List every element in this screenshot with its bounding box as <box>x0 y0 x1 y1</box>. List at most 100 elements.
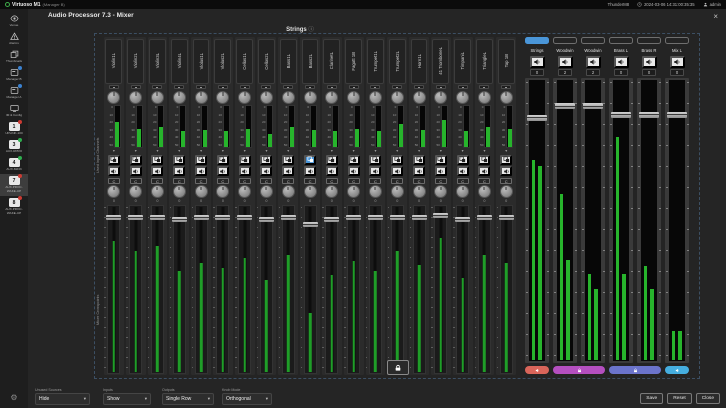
sidebar-item[interactable]: Manager A <box>0 84 28 102</box>
gain-knob[interactable] <box>304 91 317 104</box>
gain-knob[interactable] <box>500 91 513 104</box>
pan-knob[interactable] <box>260 185 273 198</box>
channel-mute-button[interactable] <box>435 166 447 176</box>
center-pan-button[interactable]: C <box>435 178 447 184</box>
output-fader-handle[interactable] <box>583 103 603 109</box>
pan-knob[interactable] <box>369 185 382 198</box>
sidebar-item[interactable]: Venue <box>0 12 28 30</box>
output-fader-handle[interactable] <box>667 112 687 118</box>
channel-mute-button[interactable] <box>108 166 120 176</box>
gain-knob[interactable] <box>456 91 469 104</box>
channel-edit-button[interactable] <box>326 155 338 165</box>
channel-mute-button[interactable] <box>457 166 469 176</box>
channel-edit-button[interactable] <box>239 155 251 165</box>
channel-mute-button[interactable] <box>413 166 425 176</box>
output-mute-button[interactable] <box>642 56 657 68</box>
center-pan-button[interactable]: C <box>282 178 294 184</box>
fader-handle[interactable] <box>368 215 383 220</box>
channel-edit-button[interactable] <box>369 155 381 165</box>
crosspoint-fader[interactable] <box>477 205 492 374</box>
crosspoint-fader[interactable] <box>499 205 514 374</box>
sidebar-item[interactable]: 4 AUX-M233 <box>0 156 28 174</box>
gain-knob[interactable] <box>173 91 186 104</box>
sidebar-item[interactable]: 3 AUX-RPRO <box>0 138 28 156</box>
channel-mute-button[interactable] <box>304 166 316 176</box>
channel-mute-button[interactable] <box>500 166 512 176</box>
gain-knob[interactable] <box>129 91 142 104</box>
gain-knob[interactable] <box>151 91 164 104</box>
center-pan-button[interactable]: C <box>173 178 185 184</box>
output-mute-button[interactable] <box>670 56 685 68</box>
channel-mute-button[interactable] <box>391 166 403 176</box>
center-pan-button[interactable]: C <box>239 178 251 184</box>
fader-handle[interactable] <box>259 217 274 222</box>
output-select-chip[interactable] <box>581 37 605 44</box>
sidebar-item[interactable]: 8 AUX-PROC-WAKE-UP <box>0 196 28 218</box>
dropdown-select[interactable]: Hide▾ <box>35 393 90 405</box>
reset-button[interactable]: Reset <box>667 393 692 404</box>
fader-handle[interactable] <box>106 215 121 220</box>
gain-knob[interactable] <box>434 91 447 104</box>
fader-handle[interactable] <box>324 217 339 222</box>
close-icon[interactable]: × <box>713 13 718 21</box>
close-button[interactable]: Close <box>696 393 720 404</box>
dropdown-select[interactable]: Single Row▾ <box>162 393 214 405</box>
channel-edit-button[interactable] <box>260 155 272 165</box>
pan-knob[interactable] <box>304 185 317 198</box>
crosspoint-fader[interactable] <box>194 205 209 374</box>
channel-edit-button[interactable] <box>173 155 185 165</box>
output-mute-button[interactable] <box>530 56 545 68</box>
gain-knob[interactable] <box>413 91 426 104</box>
channel-mute-button[interactable] <box>478 166 490 176</box>
crosspoint-fader[interactable] <box>106 205 121 374</box>
crosspoint-fader[interactable] <box>172 205 187 374</box>
pan-knob[interactable] <box>413 185 426 198</box>
output-fader-handle[interactable] <box>611 112 631 118</box>
channel-mute-button[interactable] <box>348 166 360 176</box>
speaker-pill-button[interactable] <box>525 366 549 374</box>
center-pan-button[interactable]: C <box>130 178 142 184</box>
center-pan-button[interactable]: C <box>478 178 490 184</box>
channel-edit-button[interactable] <box>304 155 316 165</box>
output-fader-handle[interactable] <box>527 115 547 121</box>
channel-mute-button[interactable] <box>239 166 251 176</box>
channel-mute-button[interactable] <box>260 166 272 176</box>
crosspoint-fader[interactable] <box>259 205 274 374</box>
center-pan-button[interactable]: C <box>195 178 207 184</box>
crosspoint-fader[interactable] <box>346 205 361 374</box>
sidebar-item[interactable]: 1 UPLINK-100 <box>0 120 28 138</box>
channel-edit-button[interactable] <box>435 155 447 165</box>
fader-handle[interactable] <box>433 213 448 218</box>
gain-knob[interactable] <box>216 91 229 104</box>
output-mute-button[interactable] <box>614 56 629 68</box>
fader-handle[interactable] <box>128 215 143 220</box>
channel-mute-button[interactable] <box>369 166 381 176</box>
pan-knob[interactable] <box>325 185 338 198</box>
channel-edit-button[interactable] <box>348 155 360 165</box>
center-pan-button[interactable]: C <box>348 178 360 184</box>
gain-knob[interactable] <box>391 91 404 104</box>
channel-edit-button[interactable] <box>391 155 403 165</box>
output-select-chip[interactable] <box>637 37 661 44</box>
channel-mute-button[interactable] <box>217 166 229 176</box>
crosspoint-fader[interactable] <box>128 205 143 374</box>
crosspoint-fader[interactable] <box>390 205 405 374</box>
channel-mute-button[interactable] <box>130 166 142 176</box>
crosspoint-fader[interactable] <box>368 205 383 374</box>
output-fader-handle[interactable] <box>555 103 575 109</box>
output-select-chip[interactable] <box>525 37 549 44</box>
channel-edit-button[interactable] <box>151 155 163 165</box>
center-pan-button[interactable]: C <box>304 178 316 184</box>
pan-knob[interactable] <box>238 185 251 198</box>
gain-knob[interactable] <box>195 91 208 104</box>
channel-edit-button[interactable] <box>478 155 490 165</box>
sidebar-item[interactable]: Alarms <box>0 30 28 48</box>
pan-knob[interactable] <box>434 185 447 198</box>
channel-mute-button[interactable] <box>282 166 294 176</box>
sidebar-item[interactable]: Thumbnails <box>0 48 28 66</box>
pan-knob[interactable] <box>151 185 164 198</box>
channel-edit-button[interactable] <box>500 155 512 165</box>
output-fader[interactable] <box>525 78 549 364</box>
pan-knob[interactable] <box>391 185 404 198</box>
channel-edit-button[interactable] <box>195 155 207 165</box>
